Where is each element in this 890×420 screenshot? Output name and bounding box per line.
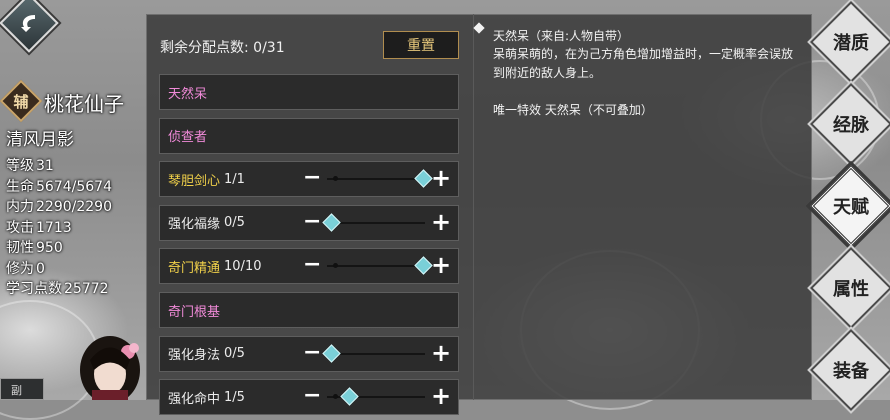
plus-button[interactable]: +	[431, 253, 451, 277]
talent-name: 强化命中	[168, 391, 221, 407]
tab-label[interactable]: 天赋	[814, 177, 888, 235]
talent-level: 1/1	[224, 171, 245, 187]
description-body: 呆萌呆萌的，在为己方角色增加增益时，一定概率会误放到附近的敌人身上。	[493, 47, 794, 80]
stat-value: 25772	[64, 281, 109, 297]
stat-row: 等级 31	[6, 156, 112, 177]
slider-min-dot	[333, 394, 338, 400]
stat-label: 修为	[6, 260, 34, 277]
stat-row: 攻击 1713	[6, 218, 112, 239]
minus-button[interactable]: −	[303, 385, 321, 407]
plus-button[interactable]: +	[431, 341, 451, 365]
tab-label[interactable]: 经脉	[814, 95, 888, 153]
character-portrait	[80, 336, 140, 400]
panel-divider	[473, 14, 474, 400]
talent-row[interactable]: 天然呆	[159, 74, 459, 110]
character-name: 桃花仙子	[44, 92, 124, 116]
character-title: 清风月影	[6, 130, 74, 150]
talent-level: 0/5	[224, 346, 245, 362]
stat-value: 2290/2290	[36, 199, 112, 215]
slider-track	[327, 178, 425, 181]
stat-label: 内力	[6, 199, 34, 215]
stat-row: 生命 5674/5674	[6, 177, 112, 198]
stat-value: 31	[36, 158, 54, 174]
slider-track	[327, 265, 425, 268]
left-side-tag[interactable]: 副	[0, 378, 44, 400]
talent-name: 琴胆剑心	[168, 173, 221, 189]
slider-min-dot	[333, 263, 338, 269]
minus-button[interactable]: −	[303, 341, 321, 363]
character-stats: 等级 31 生命 5674/5674 内力 2290/2290 攻击 1713 韧性 950 修为 0…	[6, 156, 112, 300]
stat-value: 0	[36, 260, 45, 277]
slider-knob[interactable]	[414, 256, 433, 276]
slider-min-dot	[333, 176, 338, 182]
talent-row[interactable]: 奇门精通 10/10− +	[159, 248, 459, 285]
stat-value: 1713	[36, 219, 72, 236]
slider-knob[interactable]	[322, 343, 341, 363]
talent-slider[interactable]: − +	[303, 380, 453, 414]
stat-label: 等级	[6, 158, 34, 174]
talent-name: 天然呆	[168, 86, 208, 102]
talent-row[interactable]: 强化福缘 0/5− +	[159, 204, 459, 241]
talent-level: 0/5	[224, 215, 245, 231]
description-effect: 唯一特效 天然呆（不可叠加）	[493, 103, 653, 117]
tab-label[interactable]: 装备	[814, 341, 888, 399]
talent-row[interactable]: 强化身法 0/5− +	[159, 335, 459, 372]
slider-knob[interactable]	[322, 213, 341, 232]
stat-label: 生命	[6, 178, 34, 195]
tab-label[interactable]: 潜质	[814, 13, 888, 71]
stat-value: 5674/5674	[36, 178, 112, 195]
stat-row: 韧性 950	[6, 238, 112, 259]
remaining-points: 剩余分配点数: 0/31	[160, 40, 285, 56]
stat-label: 韧性	[6, 240, 34, 256]
minus-button[interactable]: −	[303, 167, 321, 189]
talent-level: 1/5	[224, 389, 245, 405]
talent-name: 奇门精通	[168, 260, 221, 276]
slider-knob[interactable]	[340, 387, 360, 406]
back-arrow-icon	[21, 15, 35, 32]
stat-value: 950	[36, 240, 63, 256]
talent-name: 强化福缘	[168, 217, 221, 233]
stat-row: 学习点数 25772	[6, 279, 112, 300]
slider-track	[327, 221, 425, 224]
minus-button[interactable]: −	[303, 210, 321, 232]
talent-name: 强化身法	[168, 348, 221, 364]
plus-button[interactable]: +	[431, 210, 451, 234]
talent-row[interactable]: 侦查者	[159, 117, 459, 154]
stat-row: 修为 0	[6, 259, 112, 280]
talent-name: 奇门根基	[168, 304, 221, 320]
talent-level: 10/10	[224, 258, 262, 274]
stat-label: 学习点数	[6, 281, 62, 297]
reset-button[interactable]: 重置	[383, 31, 459, 59]
talent-slider[interactable]: − +	[303, 249, 453, 283]
stat-row: 内力 2290/2290	[6, 197, 112, 218]
talent-row[interactable]: 强化命中 1/5− +	[159, 379, 459, 416]
description-title: 天然呆（来自:人物自带）	[493, 29, 630, 43]
talent-row[interactable]: 琴胆剑心 1/1− +	[159, 161, 459, 198]
talent-row[interactable]: 奇门根基	[159, 292, 459, 328]
stat-label: 攻击	[6, 219, 34, 236]
tab-label[interactable]: 属性	[814, 259, 888, 317]
talent-slider[interactable]: − +	[303, 206, 453, 240]
talent-slider[interactable]: − +	[303, 162, 453, 196]
slider-track	[327, 352, 425, 355]
plus-button[interactable]: +	[431, 166, 451, 190]
minus-button[interactable]: −	[303, 254, 321, 276]
slider-knob[interactable]	[414, 169, 433, 188]
talent-slider[interactable]: − +	[303, 337, 453, 371]
talent-name: 侦查者	[168, 130, 208, 146]
plus-button[interactable]: +	[431, 384, 451, 408]
